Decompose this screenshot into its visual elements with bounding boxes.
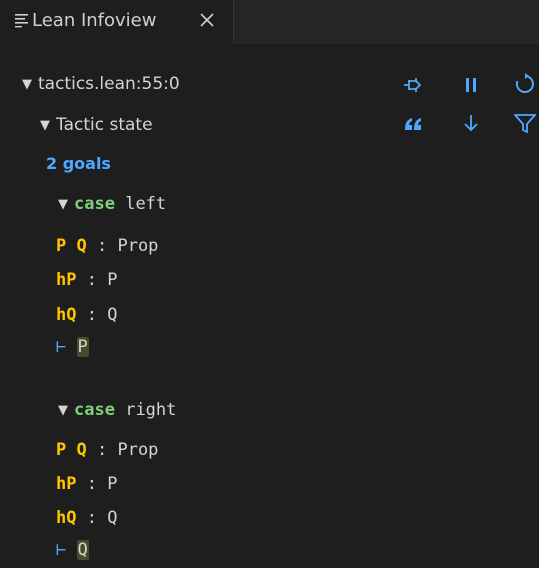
hypothesis-type[interactable]: Q xyxy=(107,508,117,528)
hypothesis-colon: : xyxy=(86,305,97,325)
goals-count: 2 goals xyxy=(46,154,111,173)
tab-bar: Lean Infoview xyxy=(0,0,539,44)
case-keyword: case xyxy=(74,194,115,214)
hypothesis-names[interactable]: hP xyxy=(56,270,76,290)
pin-icon[interactable] xyxy=(403,75,423,95)
close-icon[interactable] xyxy=(198,11,216,29)
tab-title: Lean Infoview xyxy=(32,10,157,31)
hypothesis-row: P Q : Prop xyxy=(56,233,158,259)
goal-case-header[interactable]: ▼ case right xyxy=(58,397,176,424)
refresh-icon[interactable] xyxy=(514,73,539,93)
tab-lean-infoview[interactable]: Lean Infoview xyxy=(0,0,234,44)
case-keyword: case xyxy=(74,400,115,420)
hypothesis-row: hQ : Q xyxy=(56,505,117,531)
goal-case-header[interactable]: ▼ case left xyxy=(58,191,166,218)
hypothesis-colon: : xyxy=(96,440,108,460)
hypothesis-names[interactable]: P Q xyxy=(56,440,87,460)
hypothesis-names[interactable]: hQ xyxy=(56,305,76,325)
hypothesis-names[interactable]: hP xyxy=(56,474,76,494)
hypothesis-type[interactable]: Prop xyxy=(117,440,158,460)
pause-icon[interactable] xyxy=(461,75,481,95)
caret-down-icon: ▼ xyxy=(58,197,68,212)
hypothesis-type[interactable]: Prop xyxy=(117,236,158,256)
caret-down-icon: ▼ xyxy=(40,118,50,133)
scroll-down-icon[interactable] xyxy=(461,113,481,133)
hypothesis-row: hQ : Q xyxy=(56,302,117,328)
goal-target[interactable]: P xyxy=(76,337,89,357)
hypothesis-names[interactable]: hQ xyxy=(56,508,76,528)
hypothesis-type[interactable]: Q xyxy=(107,305,117,325)
hypothesis-type[interactable]: P xyxy=(107,474,117,494)
goal-target-row: ⊢ P xyxy=(56,334,89,360)
tactic-state-header[interactable]: ▼ Tactic state xyxy=(40,113,153,138)
caret-down-icon: ▼ xyxy=(58,403,68,418)
hypothesis-names[interactable]: P Q xyxy=(56,236,87,256)
location-label: tactics.lean:55:0 xyxy=(38,74,180,94)
case-name: right xyxy=(125,400,177,420)
hypothesis-type[interactable]: P xyxy=(107,270,117,290)
list-icon[interactable] xyxy=(14,12,30,28)
caret-down-icon: ▼ xyxy=(22,77,32,92)
case-name: left xyxy=(125,194,167,214)
goal-target-row: ⊢ Q xyxy=(56,537,89,563)
goal-target[interactable]: Q xyxy=(76,540,89,560)
hypothesis-row: hP : P xyxy=(56,471,117,497)
hypothesis-row: hP : P xyxy=(56,267,117,293)
hypothesis-colon: : xyxy=(86,270,97,290)
hypothesis-colon: : xyxy=(86,508,97,528)
turnstile-symbol: ⊢ xyxy=(56,337,67,357)
tactic-state-label: Tactic state xyxy=(56,115,153,135)
hypothesis-colon: : xyxy=(86,474,97,494)
filter-icon[interactable] xyxy=(514,113,539,133)
location-header[interactable]: ▼ tactics.lean:55:0 xyxy=(22,72,180,97)
hypothesis-colon: : xyxy=(96,236,108,256)
hypothesis-row: P Q : Prop xyxy=(56,437,158,463)
turnstile-symbol: ⊢ xyxy=(56,540,67,560)
copy-to-comment-icon[interactable] xyxy=(403,114,423,134)
